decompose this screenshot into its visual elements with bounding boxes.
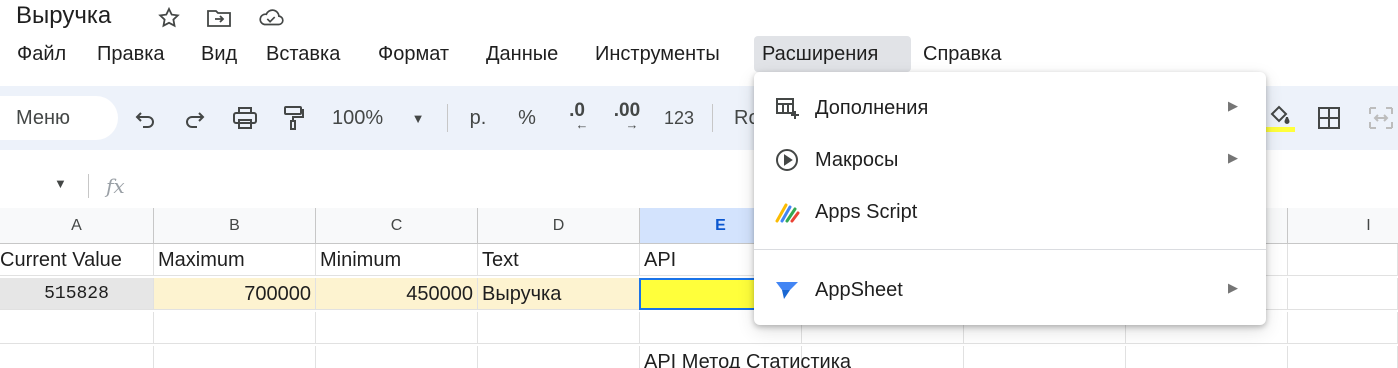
percent-format-button[interactable]: % bbox=[514, 98, 540, 138]
cell-c3[interactable] bbox=[316, 312, 478, 344]
menu-item-macros-label: Макросы bbox=[815, 149, 899, 171]
cell-c2[interactable]: 450000 bbox=[316, 278, 478, 310]
toolbar-divider bbox=[712, 104, 713, 132]
appsheet-icon bbox=[774, 278, 800, 302]
decrease-decimals-button[interactable]: .0 ← bbox=[560, 98, 594, 138]
cell-e4[interactable]: API Метод Статистика bbox=[640, 346, 851, 368]
cell-f4[interactable] bbox=[802, 346, 964, 368]
column-header-c[interactable]: C bbox=[316, 208, 478, 244]
cell-d3[interactable] bbox=[478, 312, 640, 344]
addons-icon bbox=[774, 96, 800, 120]
toolbar-divider bbox=[447, 104, 448, 132]
extensions-dropdown-menu: Дополнения ▶ Макросы ▶ Apps Script AppSh bbox=[754, 72, 1266, 325]
apps-script-icon bbox=[774, 200, 800, 224]
document-title[interactable]: Выручка bbox=[16, 2, 111, 30]
cell-b1[interactable]: Maximum bbox=[154, 244, 316, 276]
fill-color-icon[interactable] bbox=[1262, 98, 1296, 138]
column-header-i[interactable]: I bbox=[1288, 208, 1398, 244]
cell-b3[interactable] bbox=[154, 312, 316, 344]
cell-b2[interactable]: 700000 bbox=[154, 278, 316, 310]
menu-item-apps-script[interactable]: Apps Script bbox=[754, 188, 1266, 236]
currency-format-button[interactable]: р. bbox=[464, 98, 492, 138]
move-folder-icon[interactable] bbox=[206, 6, 232, 30]
merge-cells-icon[interactable] bbox=[1366, 98, 1396, 138]
cell-i3[interactable] bbox=[1288, 312, 1398, 344]
play-circle-icon bbox=[774, 148, 800, 172]
redo-icon[interactable] bbox=[180, 98, 208, 138]
menu-format[interactable]: Формат bbox=[370, 36, 457, 72]
submenu-arrow-icon: ▶ bbox=[1228, 280, 1238, 295]
menu-view[interactable]: Вид bbox=[193, 36, 245, 72]
cell-d1[interactable]: Text bbox=[478, 244, 640, 276]
menu-data[interactable]: Данные bbox=[478, 36, 566, 72]
submenu-arrow-icon: ▶ bbox=[1228, 98, 1238, 113]
menu-item-macros[interactable]: Макросы ▶ bbox=[754, 136, 1266, 184]
menu-file[interactable]: Файл bbox=[9, 36, 74, 72]
cell-a4[interactable] bbox=[0, 346, 154, 368]
menu-help[interactable]: Справка bbox=[915, 36, 1009, 72]
decrease-decimals-label: .0 bbox=[569, 100, 585, 121]
cell-b4[interactable] bbox=[154, 346, 316, 368]
cell-d4[interactable] bbox=[478, 346, 640, 368]
name-box-dropdown-icon[interactable]: ▼ bbox=[54, 176, 67, 191]
menu-item-appsheet-label: AppSheet bbox=[815, 279, 903, 301]
formula-bar-divider bbox=[88, 174, 89, 198]
cell-d2[interactable]: Выручка bbox=[478, 278, 640, 310]
cloud-status-icon[interactable] bbox=[258, 6, 284, 30]
submenu-arrow-icon: ▶ bbox=[1228, 150, 1238, 165]
font-select[interactable]: Ro bbox=[734, 98, 760, 138]
zoom-dropdown-icon[interactable]: ▼ bbox=[408, 98, 428, 138]
menu-divider bbox=[754, 249, 1266, 250]
cell-a2[interactable]: 515828 bbox=[0, 278, 154, 310]
menu-item-apps-script-label: Apps Script bbox=[815, 201, 918, 223]
arrow-left-icon: ← bbox=[575, 117, 589, 132]
cell-a1[interactable]: Current Value bbox=[0, 244, 154, 276]
column-header-b[interactable]: B bbox=[154, 208, 316, 244]
menu-search-input[interactable]: Меню bbox=[0, 96, 118, 140]
cell-i2[interactable] bbox=[1288, 278, 1398, 310]
cell-i1[interactable] bbox=[1288, 244, 1398, 276]
menu-item-appsheet[interactable]: AppSheet ▶ bbox=[754, 266, 1266, 314]
cell-a3[interactable] bbox=[0, 312, 154, 344]
star-icon[interactable] bbox=[156, 6, 182, 30]
cell-h4[interactable] bbox=[1126, 346, 1288, 368]
cell-g4[interactable] bbox=[964, 346, 1126, 368]
cell-c1[interactable]: Minimum bbox=[316, 244, 478, 276]
column-header-d[interactable]: D bbox=[478, 208, 640, 244]
menu-item-addons[interactable]: Дополнения ▶ bbox=[754, 84, 1266, 132]
fx-icon: fx bbox=[106, 174, 125, 198]
menu-item-addons-label: Дополнения bbox=[815, 97, 929, 119]
number-format-button[interactable]: 123 bbox=[662, 98, 696, 138]
paint-format-icon[interactable] bbox=[280, 98, 308, 138]
menu-tools[interactable]: Инструменты bbox=[587, 36, 728, 72]
increase-decimals-button[interactable]: .00 → bbox=[610, 98, 644, 138]
borders-icon[interactable] bbox=[1314, 98, 1344, 138]
menu-insert[interactable]: Вставка bbox=[258, 36, 348, 72]
fill-color-bar bbox=[1263, 126, 1295, 132]
undo-icon[interactable] bbox=[132, 98, 160, 138]
cell-i4[interactable] bbox=[1288, 346, 1398, 368]
zoom-select[interactable]: 100% bbox=[332, 98, 394, 138]
title-row: Выручка bbox=[0, 0, 1398, 36]
menu-extensions[interactable]: Расширения bbox=[754, 36, 911, 72]
cell-c4[interactable] bbox=[316, 346, 478, 368]
arrow-right-icon: → bbox=[625, 117, 639, 132]
increase-decimals-label: .00 bbox=[613, 100, 641, 121]
menu-edit[interactable]: Правка bbox=[89, 36, 173, 72]
print-icon[interactable] bbox=[230, 98, 260, 138]
column-header-a[interactable]: A bbox=[0, 208, 154, 244]
menubar: Файл Правка Вид Вставка Формат Данные Ин… bbox=[0, 36, 1398, 74]
